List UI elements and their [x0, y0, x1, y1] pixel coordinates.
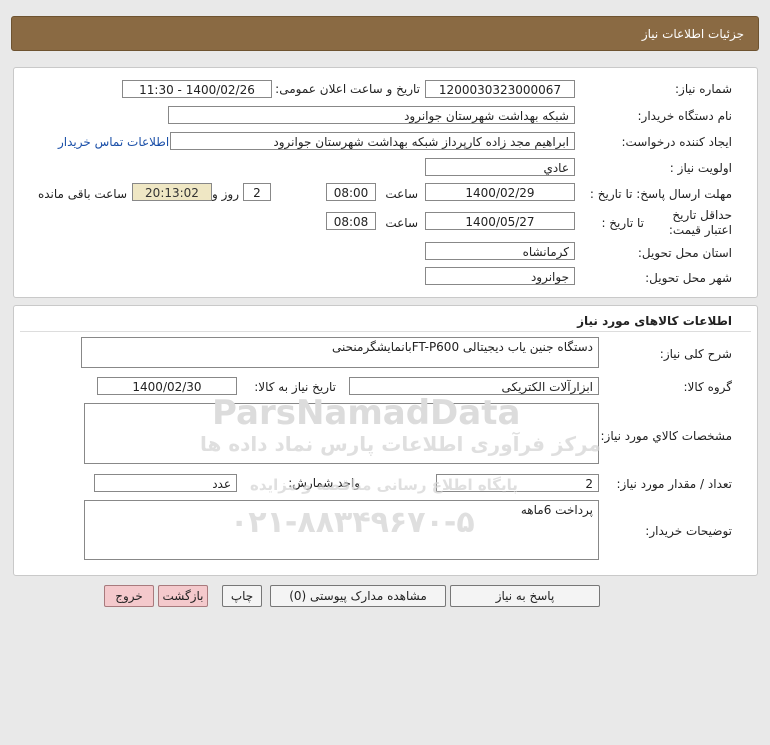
- need-number-label: شماره نیاز:: [675, 82, 732, 96]
- notes-field: پرداخت 6ماهه: [84, 500, 599, 560]
- days-label: روز و: [212, 187, 239, 201]
- need-date-field: 1400/02/30: [97, 377, 237, 395]
- need-date-label: تاریخ نیاز به کالا:: [254, 380, 336, 394]
- creator-field: ابراهیم مجد زاده کارپرداز شبکه بهداشت شه…: [170, 132, 575, 150]
- print-button[interactable]: چاپ: [222, 585, 262, 607]
- back-button[interactable]: بازگشت: [158, 585, 208, 607]
- section-divider: [20, 331, 751, 332]
- exit-button[interactable]: خروج: [104, 585, 154, 607]
- validity-time-field: 08:08: [326, 212, 376, 230]
- specs-field: [84, 403, 599, 464]
- city-label: شهر محل تحویل:: [645, 271, 732, 285]
- unit-field: عدد: [94, 474, 237, 492]
- group-label: گروه کالا:: [683, 380, 733, 394]
- qty-label: تعداد / مقدار مورد نیاز:: [616, 477, 732, 491]
- validity-time-label: ساعت: [385, 216, 418, 230]
- priority-field: عادي: [425, 158, 575, 176]
- buyer-contact-link[interactable]: اطلاعات تماس خریدار: [58, 135, 169, 149]
- announce-field: 1400/02/26 - 11:30: [122, 80, 272, 98]
- unit-label: واحد شمارش:: [288, 476, 360, 490]
- creator-label: ایجاد کننده درخواست:: [621, 135, 732, 149]
- remaining-days-field: 2: [243, 183, 271, 201]
- goods-section-title: اطلاعات کالاهای مورد نیاز: [577, 314, 732, 328]
- desc-label: شرح کلی نیاز:: [659, 347, 732, 361]
- buyer-field: شبکه بهداشت شهرستان جوانرود: [168, 106, 575, 124]
- remaining-timer: 20:13:02: [132, 183, 212, 201]
- need-number-field: 1200030323000067: [425, 80, 575, 98]
- page-title: جزئیات اطلاعات نیاز: [641, 27, 744, 41]
- specs-label: مشخصات کالاي مورد نیاز:: [600, 429, 732, 443]
- desc-field: دستگاه جنین یاب دیجیتالی FT-P600بانمایشگ…: [81, 337, 599, 368]
- validity-date-field: 1400/05/27: [425, 212, 575, 230]
- deadline-label: مهلت ارسال پاسخ: تا تاریخ :: [589, 187, 732, 201]
- notes-label: توضیحات خریدار:: [645, 524, 732, 538]
- priority-label: اولویت نیاز :: [669, 161, 732, 175]
- buyer-label: نام دستگاه خریدار:: [637, 109, 733, 123]
- qty-field: 2: [436, 474, 599, 492]
- province-field: کرمانشاه: [425, 242, 575, 260]
- validity-to-label: تا تاریخ :: [601, 216, 644, 230]
- group-field: ابزارآلات الکتریکی: [349, 377, 599, 395]
- page-header: جزئیات اطلاعات نیاز: [11, 16, 759, 51]
- deadline-time-field: 08:00: [326, 183, 376, 201]
- province-label: استان محل تحویل:: [637, 246, 732, 260]
- remaining-label: ساعت باقی مانده: [37, 187, 127, 201]
- deadline-date-field: 1400/02/29: [425, 183, 575, 201]
- city-field: جوانرود: [425, 267, 575, 285]
- need-info-panel: [13, 67, 758, 298]
- reply-button[interactable]: پاسخ به نیاز: [450, 585, 600, 607]
- view-attachments-button[interactable]: مشاهده مدارک پیوستی (0): [270, 585, 446, 607]
- validity-label: حداقل تاریخ اعتبار قیمت:: [668, 208, 732, 237]
- announce-label: تاریخ و ساعت اعلان عمومی:: [275, 82, 420, 96]
- deadline-time-label: ساعت: [385, 187, 418, 201]
